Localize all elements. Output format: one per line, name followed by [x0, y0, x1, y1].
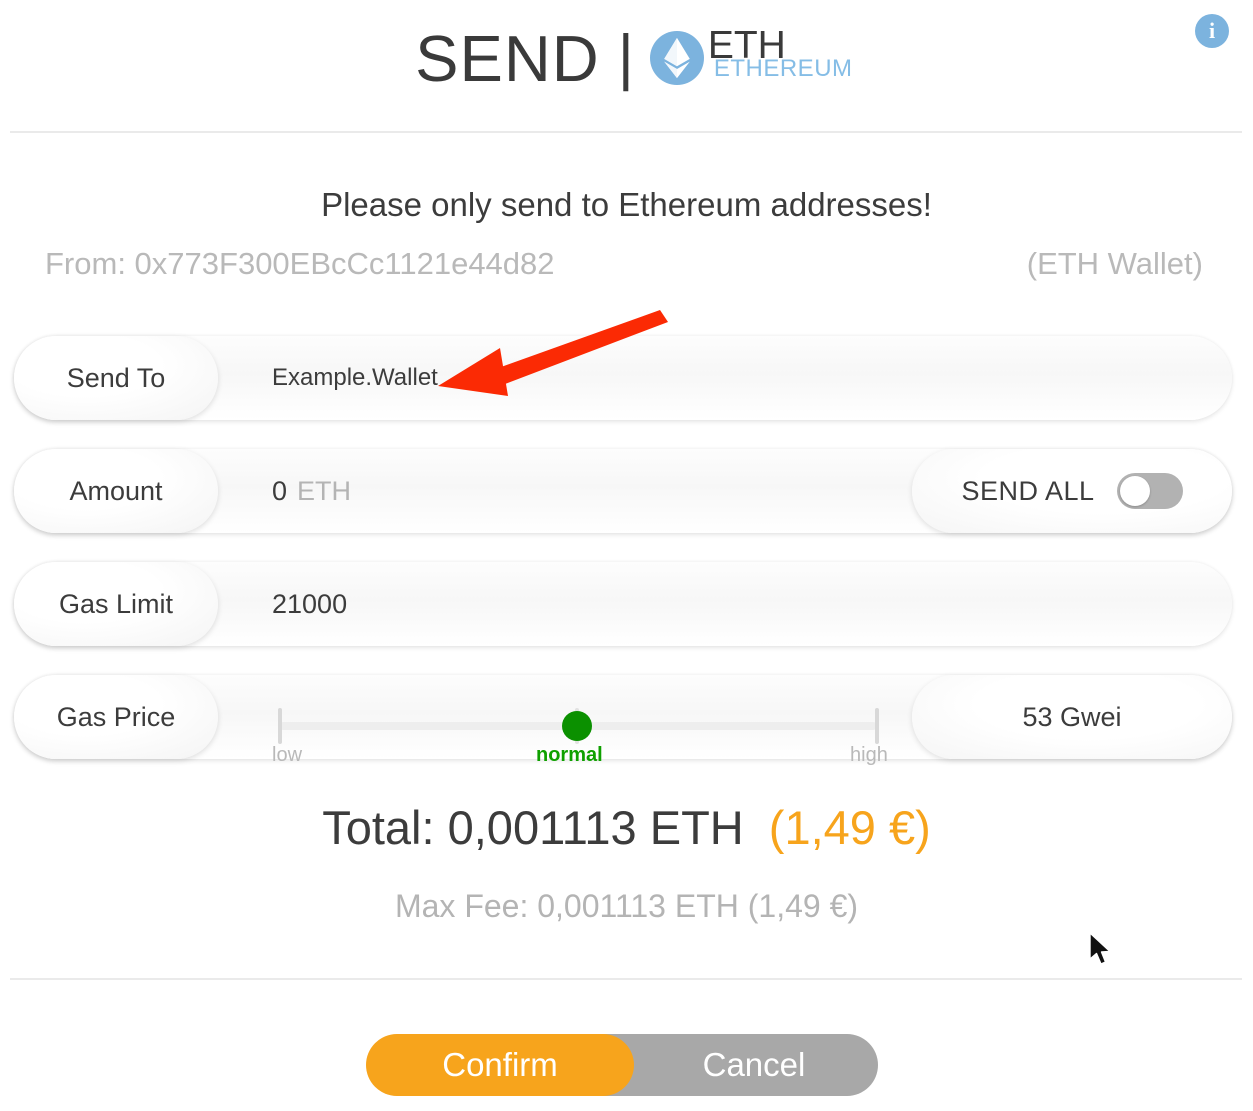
title-separator: | [617, 23, 634, 92]
send-to-input[interactable]: Example.Wallet [272, 336, 438, 420]
gas-price-tick-high [875, 708, 879, 744]
send-to-row: Send To Example.Wallet [14, 336, 1232, 420]
max-fee-line: Max Fee: 0,001113 ETH (1,49 €) [394, 888, 859, 924]
gas-price-label-high: high [850, 744, 888, 766]
send-all-toggle-button[interactable]: SEND ALL [912, 449, 1232, 533]
mouse-cursor-icon [1088, 932, 1114, 968]
gas-price-value-input[interactable]: 53 Gwei [912, 675, 1232, 759]
send-warning-notice: Please only send to Ethereum addresses! [321, 186, 932, 223]
gas-price-tick-low [278, 708, 282, 744]
page-title: SEND [415, 21, 600, 95]
coin-logo: ETH ETHEREUM [649, 26, 852, 88]
total-line: Total: 0,001113 ETH (1,49 €) [0, 800, 1253, 855]
from-address: From: 0x773F300EBcCc1121e44d82 [45, 246, 555, 281]
ethereum-diamond-icon [649, 31, 704, 85]
gas-price-row: Gas Price low normal high 53 Gwei [14, 675, 1232, 766]
gas-limit-input[interactable]: 21000 [272, 562, 347, 646]
gas-limit-row: Gas Limit 21000 [14, 562, 1232, 646]
amount-label: Amount [14, 449, 218, 533]
amount-input[interactable]: 0 ETH [272, 449, 351, 533]
amount-unit: ETH [297, 475, 352, 506]
amount-row: Amount 0 ETH SEND ALL [14, 449, 1232, 533]
gas-limit-label: Gas Limit [14, 562, 218, 646]
gas-price-slider-knob[interactable] [562, 711, 592, 741]
total-crypto-amount: 0,001113 ETH [447, 801, 744, 854]
app-header: SEND | ETH ETHEREUM i [0, 0, 1253, 132]
info-icon[interactable]: i [1195, 14, 1229, 48]
info-icon-label: i [1208, 18, 1216, 43]
gas-price-slider[interactable]: low normal high [264, 691, 892, 766]
amount-value: 0 [272, 475, 288, 506]
from-wallet-label: (ETH Wallet) [1026, 246, 1203, 281]
header-divider [10, 131, 1242, 133]
header-title-group: SEND | ETH ETHEREUM [0, 8, 1253, 108]
total-fiat-amount: (1,49 €) [768, 801, 931, 854]
coin-name: ETHEREUM [713, 55, 853, 82]
send-to-label: Send To [14, 336, 218, 420]
action-buttons: Cancel Confirm [366, 1034, 878, 1096]
total-prefix: Total: [322, 801, 435, 854]
gas-price-label: Gas Price [14, 675, 218, 759]
send-all-label: SEND ALL [961, 475, 1095, 506]
confirm-button[interactable]: Confirm [366, 1034, 634, 1096]
gas-price-label-normal: normal [536, 744, 603, 766]
gas-price-label-low: low [272, 744, 303, 766]
coin-ticker-block: ETH ETHEREUM [708, 26, 852, 88]
send-all-switch[interactable] [1116, 473, 1183, 509]
send-all-switch-knob [1119, 476, 1150, 506]
send-eth-screen: SEND | ETH ETHEREUM i Please only send t… [0, 0, 1253, 1111]
footer-divider [10, 978, 1242, 980]
